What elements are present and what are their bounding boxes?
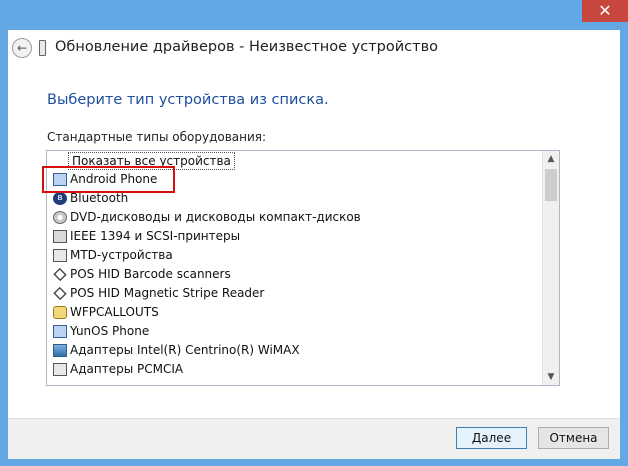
back-arrow-icon: ← bbox=[16, 41, 28, 55]
page-heading: Выберите тип устройства из списка. bbox=[47, 92, 329, 108]
list-item[interactable]: DVD-дисководы и дисководы компакт-дисков bbox=[47, 208, 543, 227]
card-icon bbox=[53, 363, 67, 376]
scroll-thumb[interactable] bbox=[545, 169, 557, 201]
disc-drive-icon bbox=[53, 211, 67, 224]
printer-icon bbox=[53, 230, 67, 243]
list-item-label: YunOS Phone bbox=[70, 324, 150, 338]
diamond-device-icon bbox=[53, 286, 67, 301]
bluetooth-icon: ʙ bbox=[53, 192, 67, 205]
list-item[interactable]: MTD-устройства bbox=[47, 246, 543, 265]
usb-device-icon bbox=[39, 40, 46, 56]
list-item-label: Адаптеры Intel(R) Centrino(R) WiMAX bbox=[70, 343, 300, 357]
gear-box-icon bbox=[53, 306, 67, 319]
scroll-up-icon[interactable]: ▲ bbox=[546, 154, 556, 164]
card-icon bbox=[53, 249, 67, 262]
scroll-down-icon[interactable]: ▼ bbox=[546, 372, 556, 382]
diamond-device-icon bbox=[53, 267, 67, 282]
list-item[interactable]: Адаптеры Intel(R) Centrino(R) WiMAX bbox=[47, 341, 543, 360]
list-item-label: POS HID Magnetic Stripe Reader bbox=[70, 286, 265, 300]
red-highlight-box bbox=[42, 166, 175, 193]
wizard-content: Выберите тип устройства из списка. Станд… bbox=[8, 68, 620, 418]
list-item[interactable]: POS HID Magnetic Stripe Reader bbox=[47, 284, 543, 303]
wizard-footer: Далее Отмена bbox=[8, 418, 620, 459]
list-item[interactable]: WFPCALLOUTS bbox=[47, 303, 543, 322]
list-item-label: WFPCALLOUTS bbox=[70, 305, 159, 319]
dialog-window: ✕ ← Обновление драйверов - Неизвестное у… bbox=[0, 0, 628, 466]
list-scrollbar[interactable]: ▲ ▼ bbox=[542, 151, 559, 385]
list-item[interactable]: IEEE 1394 и SCSI-принтеры bbox=[47, 227, 543, 246]
list-item[interactable]: POS HID Barcode scanners bbox=[47, 265, 543, 284]
list-item-label: POS HID Barcode scanners bbox=[70, 267, 231, 281]
list-item-label: DVD-дисководы и дисководы компакт-дисков bbox=[70, 210, 361, 224]
wizard-header: ← Обновление драйверов - Неизвестное уст… bbox=[8, 30, 620, 68]
cancel-button[interactable]: Отмена bbox=[538, 427, 609, 449]
list-item-label: IEEE 1394 и SCSI-принтеры bbox=[70, 229, 241, 243]
monitor-phone-icon bbox=[53, 325, 67, 338]
list-item-label: MTD-устройства bbox=[70, 248, 173, 262]
list-item-label: Адаптеры PCMCIA bbox=[70, 362, 184, 376]
list-item[interactable]: Адаптеры PCMCIA bbox=[47, 360, 543, 379]
title-bar[interactable]: ✕ bbox=[0, 0, 628, 30]
close-icon: ✕ bbox=[598, 1, 612, 20]
list-label: Стандартные типы оборудования: bbox=[47, 130, 267, 144]
list-item[interactable]: YunOS Phone bbox=[47, 322, 543, 341]
close-button[interactable]: ✕ bbox=[582, 0, 628, 22]
next-button[interactable]: Далее bbox=[456, 427, 527, 449]
network-adapter-icon bbox=[53, 344, 67, 357]
back-button[interactable]: ← bbox=[12, 38, 32, 58]
wizard-title: Обновление драйверов - Неизвестное устро… bbox=[55, 39, 439, 55]
